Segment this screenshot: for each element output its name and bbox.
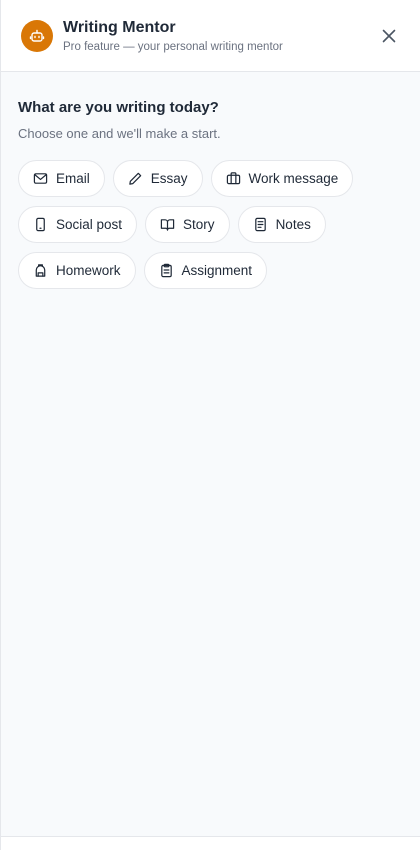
pencil-icon xyxy=(128,171,143,186)
clipboard-icon xyxy=(159,263,174,278)
chip-label: Story xyxy=(183,217,215,232)
phone-icon xyxy=(33,217,48,232)
prompt-heading: What are you writing today? xyxy=(18,99,219,116)
writing-type-chips: Email Essay Work message Social post Sto… xyxy=(18,160,378,289)
chip-social-post[interactable]: Social post xyxy=(18,206,138,243)
chip-label: Social post xyxy=(56,217,123,232)
panel-title: Writing Mentor xyxy=(63,18,176,36)
robot-icon xyxy=(21,19,53,52)
chip-homework[interactable]: Homework xyxy=(18,252,136,289)
briefcase-icon xyxy=(226,171,241,186)
close-icon xyxy=(382,29,396,43)
chip-essay[interactable]: Essay xyxy=(112,160,203,197)
writing-mentor-panel: Writing Mentor Pro feature — your person… xyxy=(0,0,420,850)
main-content: What are you writing today? Choose one a… xyxy=(1,72,420,836)
chip-label: Work message xyxy=(248,171,339,186)
chip-label: Homework xyxy=(56,263,121,278)
header-title-block: Writing Mentor Pro feature — your person… xyxy=(63,18,283,54)
backpack-icon xyxy=(33,263,48,278)
chip-label: Email xyxy=(56,171,90,186)
chip-email[interactable]: Email xyxy=(18,160,105,197)
prompt-subheading: Choose one and we'll make a start. xyxy=(18,126,221,141)
panel-footer xyxy=(1,836,420,850)
mail-icon xyxy=(33,171,48,186)
chip-label: Assignment xyxy=(181,263,253,278)
close-button[interactable] xyxy=(380,27,398,45)
chip-label: Notes xyxy=(275,217,311,232)
chip-work-message[interactable]: Work message xyxy=(210,160,354,197)
book-icon xyxy=(160,217,175,232)
panel-subtitle: Pro feature — your personal writing ment… xyxy=(63,40,283,53)
chip-assignment[interactable]: Assignment xyxy=(143,252,268,289)
chip-story[interactable]: Story xyxy=(145,206,230,243)
chip-notes[interactable]: Notes xyxy=(237,206,326,243)
notes-icon xyxy=(253,217,268,232)
panel-header: Writing Mentor Pro feature — your person… xyxy=(1,0,420,72)
chip-label: Essay xyxy=(150,171,188,186)
